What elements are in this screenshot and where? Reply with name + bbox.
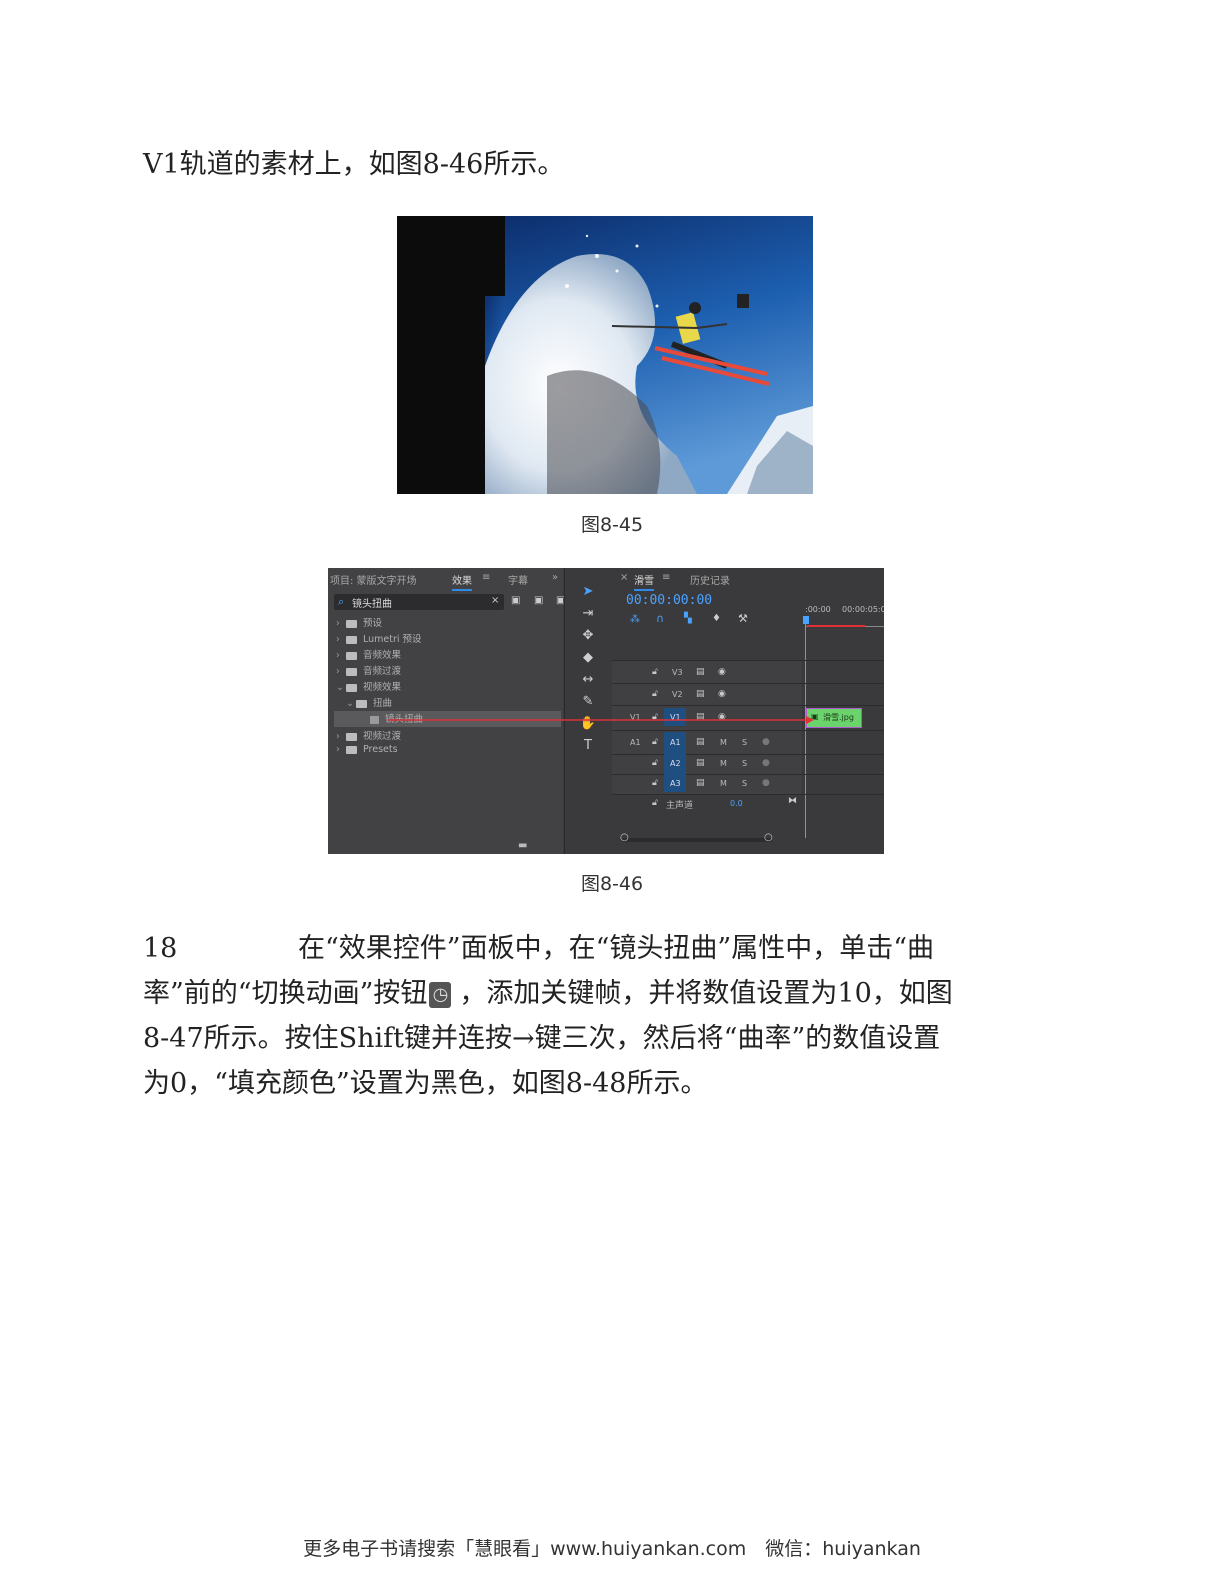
figure-8-45-caption: 图8-45 [580, 514, 644, 536]
step-18-line-2: 率”前的“切换动画”按钮 ◷ ，添加关键帧，并将数值设置为10，如图 [143, 978, 953, 1009]
step-18-line-1: 18 在“效果控件”面板中，在“镜头扭曲”属性中，单击“曲 [143, 926, 1083, 971]
step-number: 18 [143, 933, 178, 964]
footer-text: 更多电子书请搜索「慧眼看」www.huiyankan.com 微信：huiyan… [303, 1538, 921, 1560]
intro-text: V1轨道的素材上，如图8-46所示。 [143, 149, 565, 180]
step-18-line-4: 为0，“填充颜色”设置为黑色，如图8-48所示。 [143, 1068, 708, 1099]
figure-8-46-premiere-ui: 项目: 蒙版文字开场 效果 ≡ 字幕 » ⌕ × ▣ ▣ ▣ ›预设 ›Lume… [328, 568, 884, 854]
drag-arrow [388, 716, 814, 724]
stopwatch-icon: ◷ [429, 981, 452, 1008]
figure-8-46-caption: 图8-46 [580, 873, 644, 895]
skier-photo [397, 216, 813, 494]
step-18-line-3: 8-47所示。按住Shift键并连按→键三次，然后将“曲率”的数值设置 [143, 1023, 941, 1054]
figure-8-45-image [397, 216, 813, 494]
